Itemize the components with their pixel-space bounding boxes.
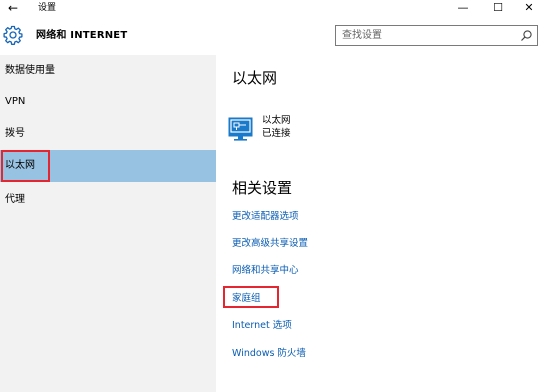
sidebar-item-data-usage[interactable]: 数据使用量 [0,55,216,87]
link-network-sharing-center[interactable]: 网络和共享中心 [232,264,299,277]
search-input[interactable] [336,26,516,45]
link-internet-options[interactable]: Internet 选项 [232,319,292,332]
minimize-button[interactable]: — [448,0,478,17]
close-button[interactable]: ✕ [514,0,544,17]
title-bar: ← 设置 — ☐ ✕ [0,0,544,17]
search-icon[interactable] [520,29,533,42]
back-button[interactable]: ← [4,0,22,17]
gear-icon [3,25,23,45]
settings-header: 网络和 INTERNET [0,17,544,55]
link-change-adapter-options[interactable]: 更改适配器选项 [232,210,299,223]
sidebar-item-dialup[interactable]: 拨号 [0,118,216,150]
highlight-box-homegroup [223,286,279,308]
search-box[interactable] [335,25,538,46]
highlight-box-ethernet [1,150,50,182]
sidebar: 数据使用量 VPN 拨号 以太网 代理 [0,55,216,392]
page-title: 网络和 INTERNET [36,30,128,41]
link-windows-firewall[interactable]: Windows 防火墙 [232,347,306,360]
ethernet-icon[interactable] [228,116,253,141]
sidebar-item-vpn[interactable]: VPN [0,86,216,118]
link-change-advanced-sharing[interactable]: 更改高级共享设置 [232,237,308,250]
sidebar-item-proxy[interactable]: 代理 [0,184,216,216]
maximize-button[interactable]: ☐ [483,0,513,17]
related-settings-title: 相关设置 [232,179,293,197]
window-title: 设置 [38,3,57,13]
connection-status: 已连接 [262,128,291,139]
connection-name[interactable]: 以太网 [262,115,291,127]
section-title: 以太网 [232,69,278,87]
